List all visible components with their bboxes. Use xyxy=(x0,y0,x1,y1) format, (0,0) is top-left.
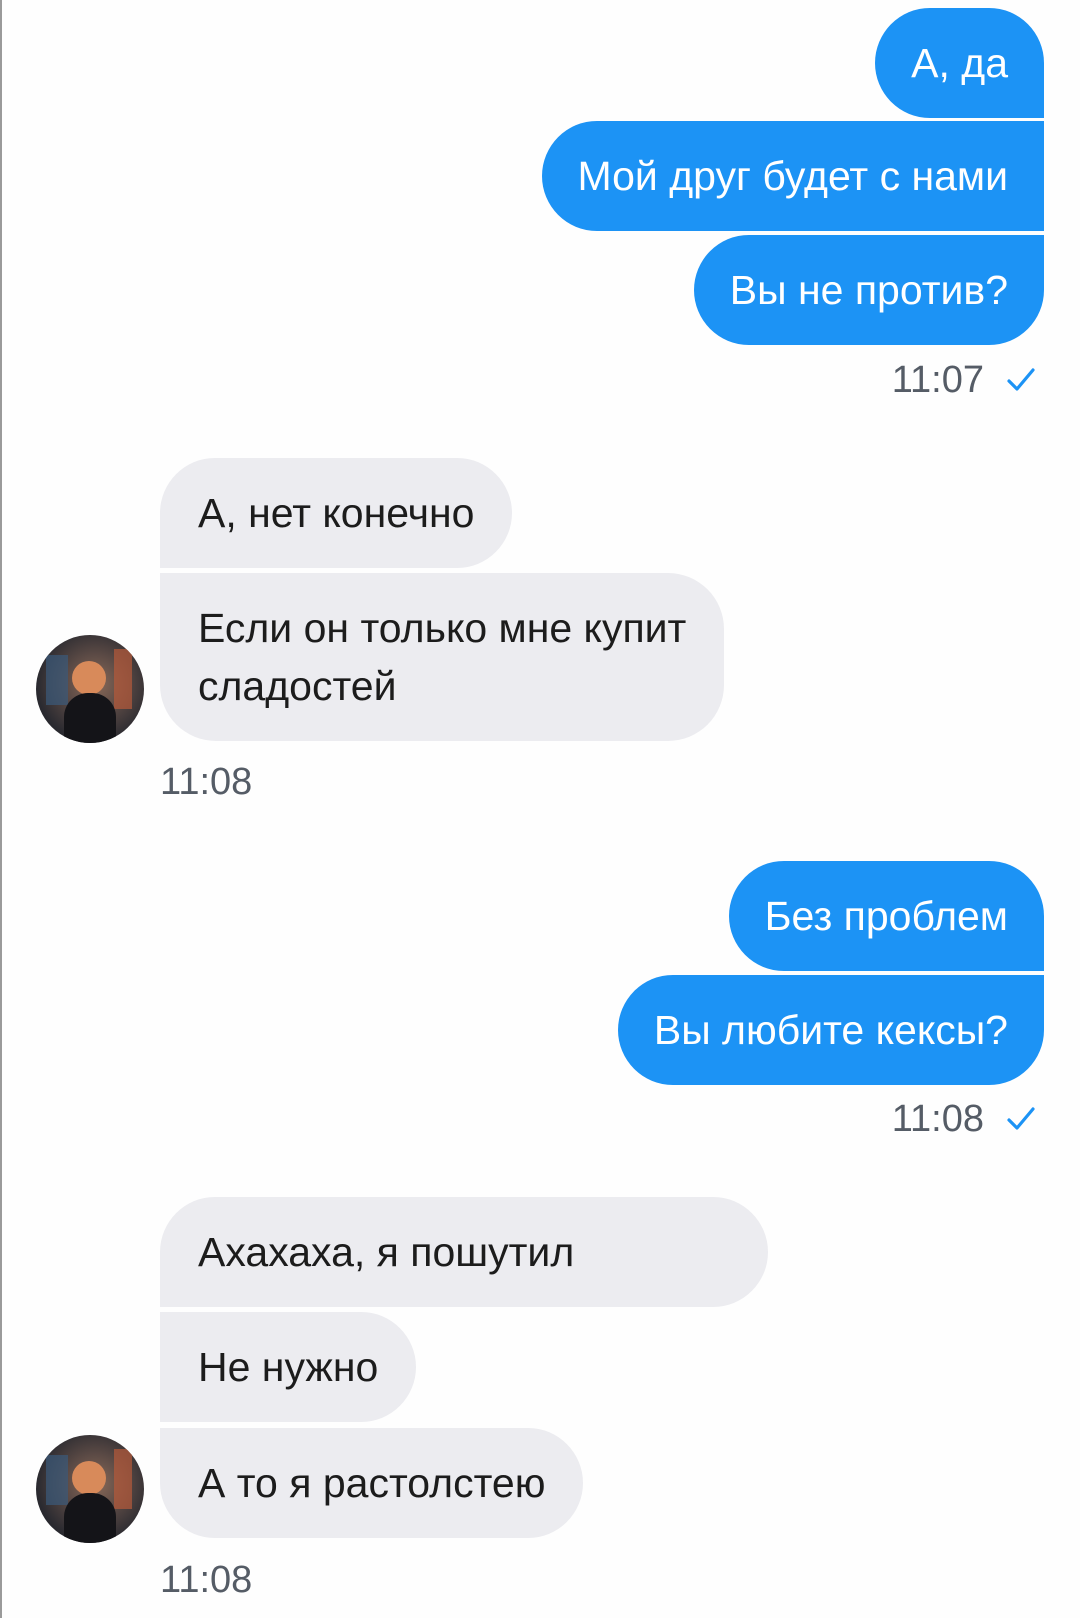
message-text: А, да xyxy=(911,40,1008,86)
check-icon xyxy=(1006,365,1036,395)
chat-view[interactable]: А, да Мой друг будет с нами Вы не против… xyxy=(0,0,1080,1618)
outgoing-message[interactable]: А, да xyxy=(875,8,1044,118)
contact-avatar[interactable] xyxy=(36,1435,144,1543)
incoming-message[interactable]: Ахахаха, я пошутил xyxy=(160,1197,768,1307)
message-text-line: Если он только мне купит xyxy=(198,605,687,651)
message-meta: 11:07 xyxy=(892,358,1036,402)
outgoing-message[interactable]: Мой друг будет с нами xyxy=(541,121,1044,231)
message-text: А, нет конечно xyxy=(198,490,475,536)
incoming-message[interactable]: А, нет конечно xyxy=(160,458,513,568)
outgoing-message[interactable]: Без проблем xyxy=(728,861,1044,971)
timestamp: 11:07 xyxy=(891,359,984,401)
message-text: Без проблем xyxy=(764,893,1008,939)
timestamp: 11:08 xyxy=(160,1559,253,1601)
message-text-line: сладостей xyxy=(198,663,397,709)
divider xyxy=(0,0,2,1618)
message-text: Вы любите кексы? xyxy=(653,1007,1008,1053)
check-icon xyxy=(1006,1104,1036,1134)
timestamp: 11:08 xyxy=(160,761,253,803)
message-text: Не нужно xyxy=(198,1344,379,1390)
incoming-message[interactable]: А то я растолстею xyxy=(160,1428,584,1538)
message-meta: 11:08 xyxy=(892,1097,1036,1141)
message-text: А то я растолстею xyxy=(198,1460,546,1506)
outgoing-message[interactable]: Вы не против? xyxy=(693,235,1044,345)
message-text: Вы не против? xyxy=(729,267,1008,313)
message-text: Мой друг будет с нами xyxy=(577,153,1009,199)
message-text: Ахахаха, я пошутил xyxy=(198,1229,575,1275)
incoming-message[interactable]: Если он только мне купит сладостей xyxy=(160,573,725,741)
outgoing-message[interactable]: Вы любите кексы? xyxy=(617,975,1044,1085)
timestamp: 11:08 xyxy=(891,1098,984,1140)
contact-avatar[interactable] xyxy=(36,635,144,743)
incoming-message[interactable]: Не нужно xyxy=(160,1312,417,1422)
